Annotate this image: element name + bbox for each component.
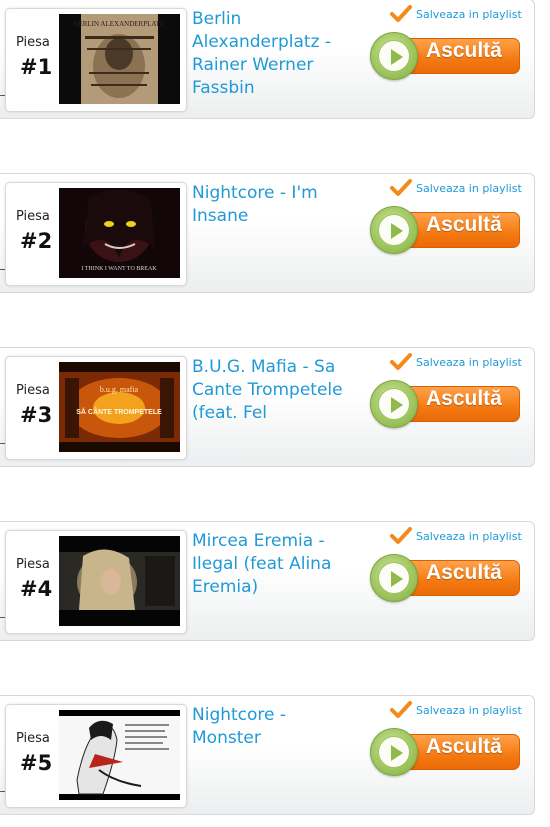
piesa-label: Piesa: [16, 731, 50, 746]
play-icon: [370, 728, 418, 776]
piesa-label: Piesa: [16, 383, 50, 398]
rank-number: #1: [20, 55, 53, 79]
checkmark-icon: [390, 701, 412, 718]
track-thumbnail[interactable]: I THINK I WANT TO BREAK: [59, 188, 180, 278]
save-to-playlist-link[interactable]: Salveaza in playlist: [390, 527, 530, 546]
piesa-label: Piesa: [16, 35, 50, 50]
save-to-playlist-link[interactable]: Salveaza in playlist: [390, 701, 530, 720]
play-icon: [370, 380, 418, 428]
track-card: Piesa #2 I THINK I WANT TO BREAK Nightco…: [0, 173, 535, 293]
track-title-link[interactable]: Berlin Alexanderplatz - Rainer Werner Fa…: [192, 8, 360, 100]
save-to-playlist-label: Salveaza in playlist: [416, 530, 522, 543]
track-title-link[interactable]: Nightcore - Monster: [192, 704, 360, 750]
listen-label: Ascultă: [426, 561, 502, 584]
save-to-playlist-label: Salveaza in playlist: [416, 8, 522, 21]
checkmark-icon: [390, 179, 412, 196]
checkmark-icon: [390, 5, 412, 22]
rank-number: #3: [20, 403, 53, 427]
save-to-playlist-label: Salveaza in playlist: [416, 704, 522, 717]
listen-button[interactable]: Ascultă: [370, 380, 522, 428]
checkmark-icon: [390, 527, 412, 544]
play-icon: [370, 206, 418, 254]
piesa-label: Piesa: [16, 209, 50, 224]
thumbnail-caption: BERLIN ALEXANDERPLATZ: [74, 20, 164, 28]
save-to-playlist-label: Salveaza in playlist: [416, 182, 522, 195]
checkmark-icon: [390, 353, 412, 370]
track-thumbnail[interactable]: BERLIN ALEXANDERPLATZ: [59, 14, 180, 104]
track-thumbnail[interactable]: b.u.g. mafia SĂ CÂNTE TROMPETELE: [59, 362, 180, 452]
track-card: Piesa #1 BERLIN ALEXANDERPLATZ Berlin Al…: [0, 0, 535, 119]
svg-text:b.u.g. mafia: b.u.g. mafia: [100, 385, 139, 394]
rank-number: #2: [20, 229, 53, 253]
listen-button[interactable]: Ascultă: [370, 32, 522, 80]
track-title-link[interactable]: Nightcore - I'm Insane: [192, 182, 360, 228]
listen-button[interactable]: Ascultă: [370, 554, 522, 602]
track-title-link[interactable]: Mircea Eremia - Ilegal (feat Alina Eremi…: [192, 530, 360, 599]
play-icon: [370, 554, 418, 602]
play-icon: [370, 32, 418, 80]
save-to-playlist-label: Salveaza in playlist: [416, 356, 522, 369]
thumbnail-caption: SĂ CÂNTE TROMPETELE: [76, 407, 162, 416]
track-thumbnail[interactable]: [59, 710, 180, 800]
listen-label: Ascultă: [426, 213, 502, 236]
listen-button[interactable]: Ascultă: [370, 206, 522, 254]
rank-number: #5: [20, 751, 53, 775]
rank-box: Piesa #4: [5, 530, 187, 634]
piesa-label: Piesa: [16, 557, 50, 572]
rank-box: Piesa #3 b.u.g. mafia SĂ CÂNTE TROMPETEL…: [5, 356, 187, 460]
track-card: Piesa #4 Mircea Eremia - Ilegal (feat Al…: [0, 521, 535, 641]
listen-label: Ascultă: [426, 735, 502, 758]
save-to-playlist-link[interactable]: Salveaza in playlist: [390, 5, 530, 24]
listen-button[interactable]: Ascultă: [370, 728, 522, 776]
track-thumbnail[interactable]: [59, 536, 180, 626]
rank-box: Piesa #5: [5, 704, 187, 808]
rank-number: #4: [20, 577, 53, 601]
track-title-link[interactable]: B.U.G. Mafia - Sa Cante Trompetele (feat…: [192, 356, 360, 425]
save-to-playlist-link[interactable]: Salveaza in playlist: [390, 353, 530, 372]
listen-label: Ascultă: [426, 39, 502, 62]
rank-box: Piesa #1 BERLIN ALEXANDERPLATZ: [5, 8, 187, 112]
save-to-playlist-link[interactable]: Salveaza in playlist: [390, 179, 530, 198]
rank-box: Piesa #2 I THINK I WANT TO BREAK: [5, 182, 187, 286]
track-card: Piesa #3 b.u.g. mafia SĂ CÂNTE TROMPETEL…: [0, 347, 535, 467]
listen-label: Ascultă: [426, 387, 502, 410]
track-card: Piesa #5 Nightcore - Monster Salveaza in…: [0, 695, 535, 815]
thumbnail-caption: I THINK I WANT TO BREAK: [81, 266, 157, 272]
